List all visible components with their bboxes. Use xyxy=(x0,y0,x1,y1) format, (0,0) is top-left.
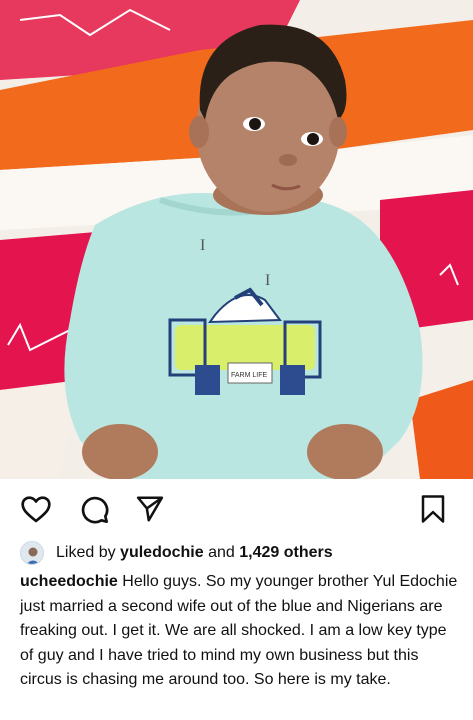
baby-photo-illustration: I I FARM LIFE xyxy=(0,0,473,479)
share-button[interactable] xyxy=(130,489,170,529)
post-photo[interactable]: I I FARM LIFE xyxy=(0,0,473,479)
shirt-farm-life: FARM LIFE xyxy=(231,372,268,379)
comment-button[interactable] xyxy=(74,489,114,529)
bookmark-icon xyxy=(421,495,445,523)
svg-text:I: I xyxy=(265,272,270,289)
shirt-letter: I xyxy=(200,237,205,254)
likes-joiner: and xyxy=(208,544,235,561)
likes-count-link[interactable]: 1,429 others xyxy=(239,544,332,561)
caption-username-link[interactable]: ucheedochie xyxy=(20,573,118,590)
liker-username-link[interactable]: yuledochie xyxy=(120,544,204,561)
paper-plane-icon xyxy=(136,496,164,522)
person-avatar-icon xyxy=(21,542,43,564)
save-button[interactable] xyxy=(413,489,453,529)
like-button[interactable] xyxy=(16,489,56,529)
post-action-bar xyxy=(0,479,473,539)
heart-icon xyxy=(21,496,51,523)
post-caption: ucheedochie Hello guys. So my younger br… xyxy=(20,570,460,693)
likes-prefix: Liked by xyxy=(56,544,116,561)
caption-text: Hello guys. So my younger brother Yul Ed… xyxy=(20,573,458,688)
avatar[interactable] xyxy=(20,541,44,565)
likes-summary: Liked by yuledochie and 1,429 others xyxy=(20,540,333,566)
likes-text: Liked by yuledochie and 1,429 others xyxy=(56,544,333,562)
comment-bubble-icon xyxy=(81,496,109,524)
